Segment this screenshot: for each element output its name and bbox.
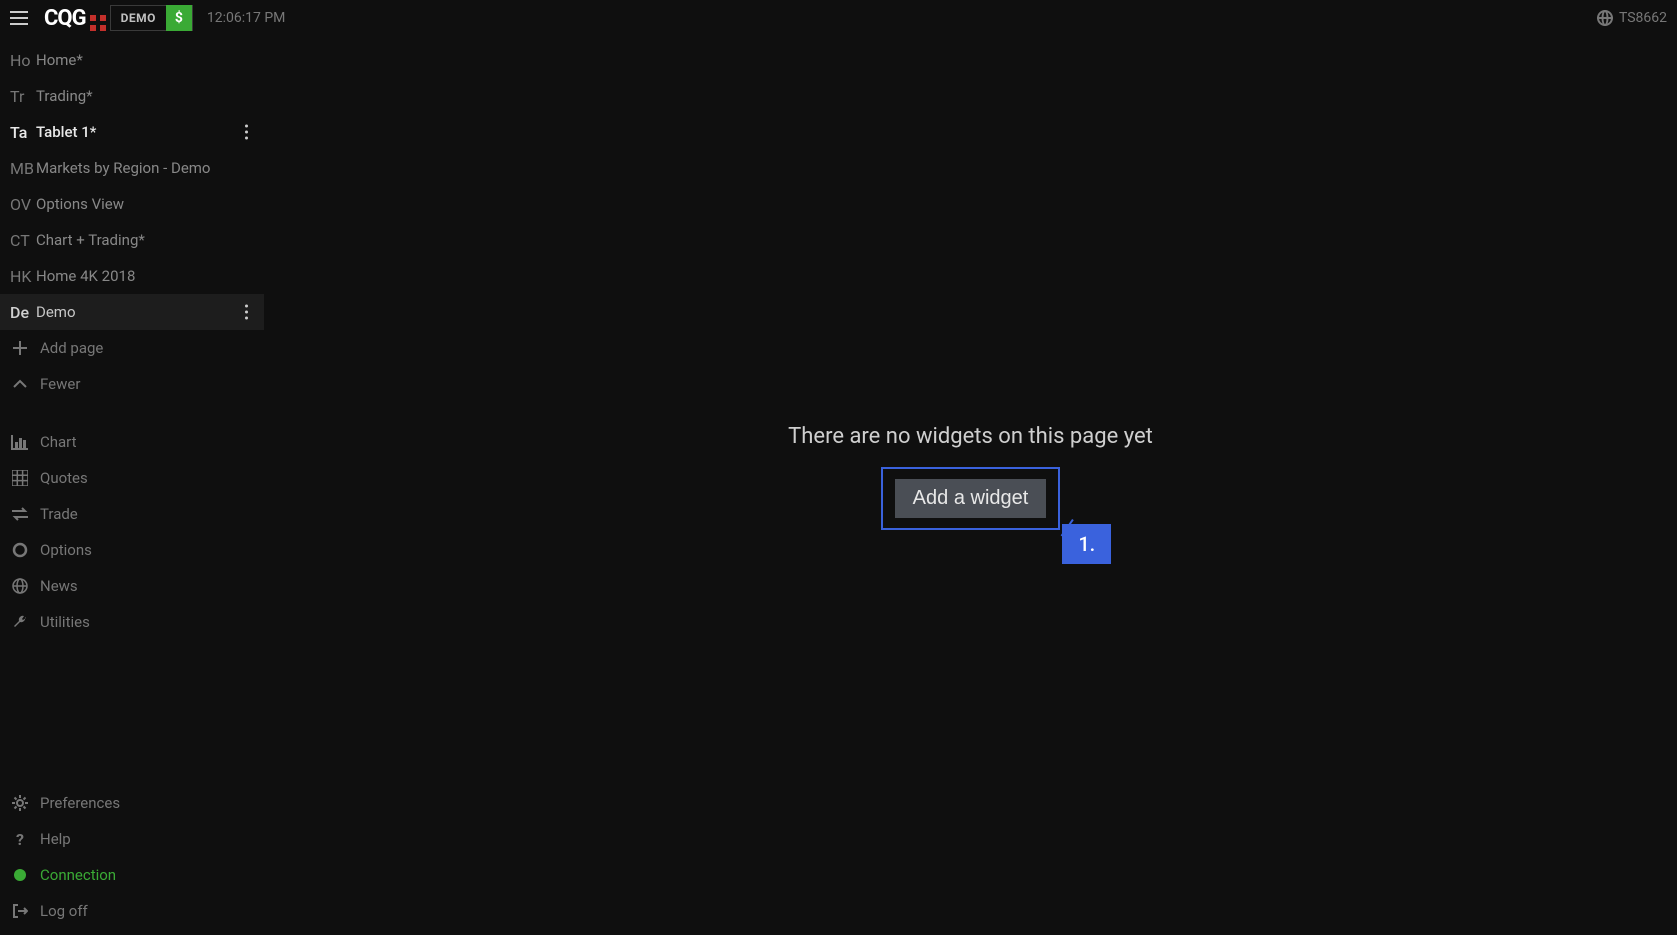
gear-icon <box>10 794 30 812</box>
tool-options[interactable]: Options <box>0 532 264 568</box>
preferences-button[interactable]: Preferences <box>0 785 264 821</box>
clock: 12:06:17 PM <box>207 10 286 26</box>
wrench-icon <box>10 614 30 630</box>
page-label: Home* <box>36 51 83 69</box>
page-label: Markets by Region - Demo <box>36 159 210 177</box>
fewer-label: Fewer <box>40 375 80 393</box>
tool-news[interactable]: News <box>0 568 264 604</box>
page-item[interactable]: CTChart + Trading* <box>0 222 264 258</box>
more-vertical-icon[interactable] <box>245 125 248 140</box>
help-label: Help <box>40 830 71 848</box>
more-vertical-icon[interactable] <box>245 305 248 320</box>
tool-label: Quotes <box>40 469 88 487</box>
logo-mark-icon <box>90 15 96 21</box>
page-abbrev: Ta <box>10 123 36 142</box>
page-item[interactable]: TaTablet 1* <box>0 114 264 150</box>
page-item[interactable]: HoHome* <box>0 42 264 78</box>
demo-badge-text: DEMO <box>111 11 166 25</box>
tool-section: Chart Quotes Trade Options News Utilities <box>0 424 264 640</box>
page-label: Tablet 1* <box>36 123 96 141</box>
empty-state: There are no widgets on this page yet Ad… <box>788 424 1153 530</box>
chart-icon <box>10 434 30 450</box>
tool-trade[interactable]: Trade <box>0 496 264 532</box>
page-abbrev: Tr <box>10 87 36 106</box>
page-abbrev: CT <box>10 231 36 250</box>
top-bar: CQG DEMO $ 12:06:17 PM TS8662 <box>0 0 1677 36</box>
tool-label: Utilities <box>40 613 90 631</box>
main-content: There are no widgets on this page yet Ad… <box>264 36 1677 935</box>
globe-icon <box>10 578 30 594</box>
page-item[interactable]: OVOptions View <box>0 186 264 222</box>
page-label: Demo <box>36 303 76 321</box>
plus-icon <box>10 341 30 355</box>
page-label: Options View <box>36 195 124 213</box>
tool-label: News <box>40 577 78 595</box>
circle-icon <box>10 542 30 558</box>
page-list: HoHome*TrTrading*TaTablet 1*MBMarkets by… <box>0 42 264 330</box>
sidebar: HoHome*TrTrading*TaTablet 1*MBMarkets by… <box>0 36 264 935</box>
tool-chart[interactable]: Chart <box>0 424 264 460</box>
add-page-button[interactable]: Add page <box>0 330 264 366</box>
empty-state-title: There are no widgets on this page yet <box>788 424 1153 449</box>
svg-text:?: ? <box>16 831 24 847</box>
page-label: Home 4K 2018 <box>36 267 135 285</box>
connection-status[interactable]: Connection <box>0 857 264 893</box>
help-button[interactable]: ? Help <box>0 821 264 857</box>
sidebar-footer: Preferences ? Help Connection Log off <box>0 785 264 935</box>
fewer-button[interactable]: Fewer <box>0 366 264 402</box>
tool-quotes[interactable]: Quotes <box>0 460 264 496</box>
app-logo: CQG <box>44 6 96 31</box>
add-page-label: Add page <box>40 339 103 357</box>
menu-icon[interactable] <box>10 7 32 29</box>
add-widget-highlight: Add a widget 1. <box>881 467 1061 530</box>
tool-label: Chart <box>40 433 77 451</box>
page-item[interactable]: HKHome 4K 2018 <box>0 258 264 294</box>
page-abbrev: MB <box>10 159 36 178</box>
tool-utilities[interactable]: Utilities <box>0 604 264 640</box>
connection-label: Connection <box>40 866 116 884</box>
callout-step-1: 1. <box>1062 524 1111 564</box>
tool-label: Options <box>40 541 92 559</box>
grid-icon <box>10 470 30 486</box>
account-id: TS8662 <box>1619 10 1667 26</box>
page-label: Chart + Trading* <box>36 231 145 249</box>
help-icon: ? <box>10 831 30 847</box>
page-item[interactable]: MBMarkets by Region - Demo <box>0 150 264 186</box>
add-widget-button[interactable]: Add a widget <box>895 479 1047 518</box>
page-item[interactable]: DeDemo <box>0 294 264 330</box>
logout-icon <box>10 903 30 919</box>
page-abbrev: Ho <box>10 51 36 70</box>
status-dot-icon <box>10 869 30 881</box>
page-abbrev: HK <box>10 267 36 286</box>
preferences-label: Preferences <box>40 794 120 812</box>
demo-badge[interactable]: DEMO $ <box>110 5 193 31</box>
logo-text: CQG <box>44 6 86 31</box>
page-abbrev: OV <box>10 195 36 214</box>
page-item[interactable]: TrTrading* <box>0 78 264 114</box>
globe-icon <box>1597 10 1613 26</box>
page-abbrev: De <box>10 303 36 322</box>
tool-label: Trade <box>40 505 78 523</box>
page-label: Trading* <box>36 87 93 105</box>
chevron-up-icon <box>10 379 30 389</box>
logoff-button[interactable]: Log off <box>0 893 264 929</box>
logoff-label: Log off <box>40 902 88 920</box>
dollar-icon: $ <box>166 5 192 31</box>
trade-icon <box>10 507 30 521</box>
account-badge[interactable]: TS8662 <box>1597 10 1667 26</box>
